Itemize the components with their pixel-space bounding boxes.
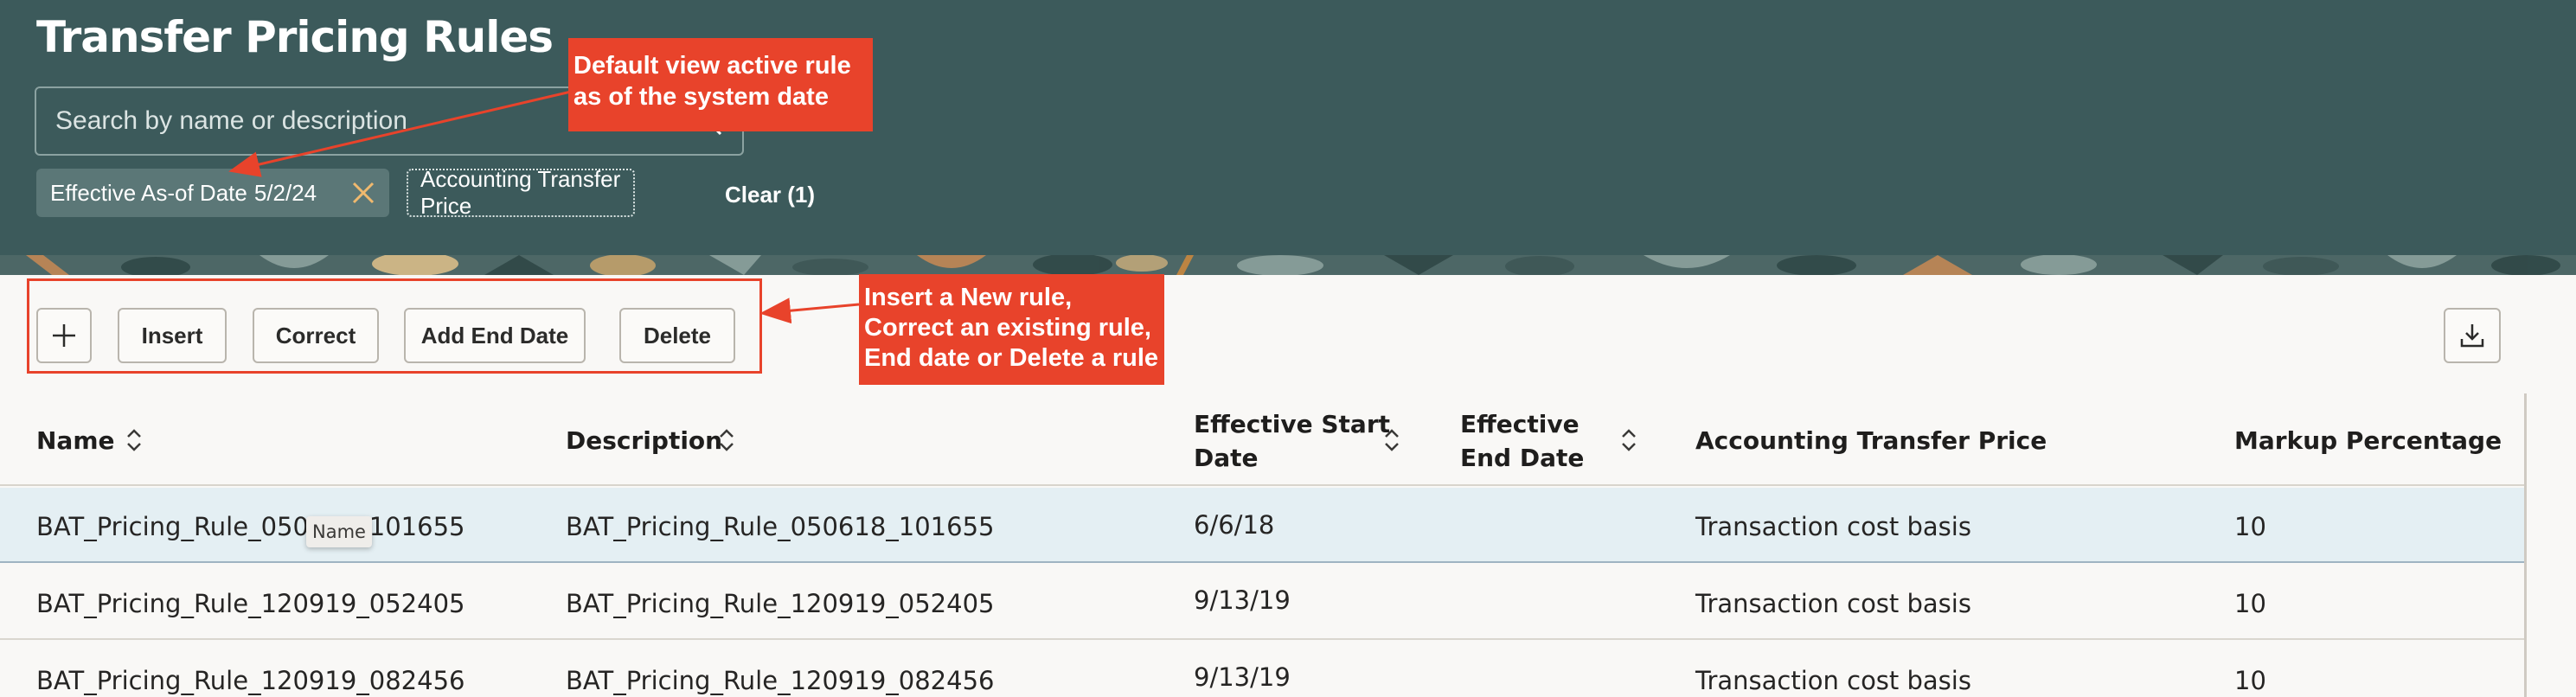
download-icon xyxy=(2460,324,2484,348)
cell-name[interactable]: BAT_Pricing_Rule_050618_101655 xyxy=(36,512,465,541)
callout-line: Insert a New rule, xyxy=(864,284,1073,311)
callout-line: End date or Delete a rule xyxy=(864,344,1159,372)
header-line: Date xyxy=(1194,444,1259,472)
cell-effective-start-date: 6/6/18 xyxy=(1194,510,1275,540)
cell-description: BAT_Pricing_Rule_120919_082456 xyxy=(566,666,995,695)
cell-description: BAT_Pricing_Rule_120919_052405 xyxy=(566,589,995,618)
table-row[interactable]: BAT_Pricing_Rule_120919_082456 BAT_Prici… xyxy=(0,642,2526,697)
column-header-effective-end-date[interactable]: Effective End Date xyxy=(1460,407,1584,475)
effective-date-filter-chip[interactable]: Effective As-of Date 5/2/24 xyxy=(36,169,389,217)
header-line: Effective xyxy=(1460,410,1580,438)
callout-line: as of the system date xyxy=(574,83,829,111)
table-header-row: Name Description Effective Start Date Ef… xyxy=(0,393,2526,486)
plus-icon xyxy=(53,324,75,347)
filter-chip-value: 5/2/24 xyxy=(253,179,317,206)
cell-name[interactable]: BAT_Pricing_Rule_120919_082456 xyxy=(36,666,465,695)
annotation-callout-default-view: Default view active rule as of the syste… xyxy=(568,38,873,131)
header-line: End Date xyxy=(1460,444,1585,472)
clear-filters-link[interactable]: Clear (1) xyxy=(725,182,815,208)
cell-markup-percentage: 10 xyxy=(2234,589,2266,618)
table-scrollbar[interactable] xyxy=(2524,393,2527,697)
filter-chip-label: Accounting Transfer Price xyxy=(420,166,621,219)
add-end-date-button[interactable]: Add End Date xyxy=(404,308,586,363)
accounting-transfer-price-filter-chip[interactable]: Accounting Transfer Price xyxy=(407,166,635,219)
correct-button[interactable]: Correct xyxy=(253,308,379,363)
close-icon[interactable] xyxy=(349,179,377,207)
column-header-markup-percentage: Markup Percentage xyxy=(2234,426,2502,455)
name-tooltip: Name xyxy=(306,516,372,547)
download-button[interactable] xyxy=(2444,308,2501,363)
sort-icon[interactable] xyxy=(1619,426,1638,454)
sort-icon[interactable] xyxy=(125,426,144,454)
cell-effective-start-date: 9/13/19 xyxy=(1194,662,1291,692)
insert-button[interactable]: Insert xyxy=(118,308,227,363)
filter-chip-label: Effective As-of Date xyxy=(50,179,247,206)
decorative-banner xyxy=(0,255,2576,275)
column-header-name[interactable]: Name xyxy=(36,424,115,457)
callout-line: Correct an existing rule, xyxy=(864,314,1151,342)
sort-icon[interactable] xyxy=(1382,426,1401,454)
add-button[interactable] xyxy=(36,308,92,363)
delete-button[interactable]: Delete xyxy=(619,308,735,363)
cell-markup-percentage: 10 xyxy=(2234,512,2266,541)
column-header-effective-start-date[interactable]: Effective Start Date xyxy=(1194,407,1390,475)
header-line: Effective Start xyxy=(1194,410,1391,438)
cell-name[interactable]: BAT_Pricing_Rule_120919_052405 xyxy=(36,589,465,618)
cell-accounting-transfer-price: Transaction cost basis xyxy=(1695,512,1971,541)
cell-accounting-transfer-price: Transaction cost basis xyxy=(1695,666,1971,695)
cell-accounting-transfer-price: Transaction cost basis xyxy=(1695,589,1971,618)
table-row[interactable]: BAT_Pricing_Rule_120919_052405 BAT_Prici… xyxy=(0,565,2526,640)
callout-line: Default view active rule xyxy=(574,52,851,80)
column-header-description[interactable]: Description xyxy=(566,424,722,457)
cell-markup-percentage: 10 xyxy=(2234,666,2266,695)
page-header: Transfer Pricing Rules Effective As-of D… xyxy=(0,0,2576,275)
cell-effective-start-date: 9/13/19 xyxy=(1194,585,1291,615)
column-header-accounting-transfer-price: Accounting Transfer Price xyxy=(1695,426,2047,455)
page-title: Transfer Pricing Rules xyxy=(36,12,554,62)
sort-icon[interactable] xyxy=(717,426,736,454)
cell-description: BAT_Pricing_Rule_050618_101655 xyxy=(566,512,995,541)
annotation-callout-actions: Insert a New rule, Correct an existing r… xyxy=(859,274,1164,385)
table-row[interactable]: BAT_Pricing_Rule_050618_101655 BAT_Prici… xyxy=(0,488,2526,563)
